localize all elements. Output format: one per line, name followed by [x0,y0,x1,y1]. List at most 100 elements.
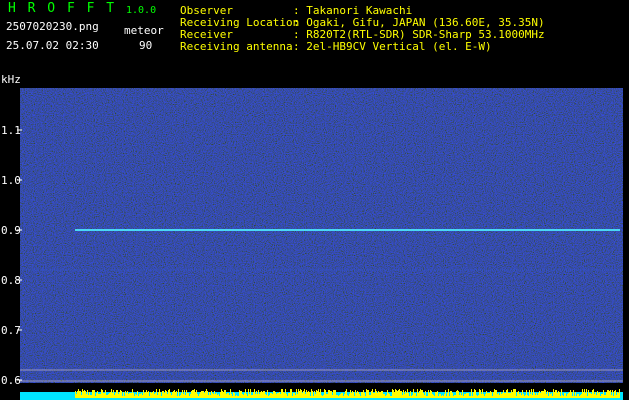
bottom-yellow-bar [545,390,546,398]
bottom-yellow-bar [317,391,318,398]
bottom-yellow-bar [472,396,473,398]
bottom-yellow-bar [496,390,497,398]
bottom-yellow-bar [492,396,493,398]
bottom-yellow-bar [207,391,208,398]
bottom-yellow-bar [505,393,506,398]
bottom-yellow-bar [173,391,174,398]
bottom-yellow-bar [583,392,584,398]
bottom-yellow-bar [285,389,286,398]
bottom-yellow-bar [397,391,398,398]
bottom-yellow-bar [498,393,499,398]
bottom-yellow-bar [430,390,431,398]
bottom-yellow-bar [171,395,172,398]
bottom-yellow-bar [234,393,235,398]
bottom-yellow-bar [460,393,461,398]
bottom-yellow-bar [471,389,472,398]
bottom-yellow-bar [569,392,570,398]
bottom-yellow-bar [379,392,380,398]
bottom-yellow-bar [354,396,355,398]
bottom-yellow-bar [589,393,590,398]
bottom-yellow-bar [80,391,81,398]
bottom-yellow-bar [381,391,382,398]
bottom-yellow-bar [507,389,508,398]
bottom-yellow-bar [116,390,117,398]
bottom-yellow-bar [112,393,113,398]
bottom-yellow-bar [598,393,599,398]
bottom-yellow-bar [414,393,415,398]
bottom-yellow-bar [395,389,396,398]
bottom-yellow-bar [250,389,251,398]
bottom-yellow-bar [371,391,372,398]
bottom-yellow-bar [137,391,138,398]
bottom-yellow-bar [573,390,574,398]
bottom-yellow-bar [162,391,163,398]
bottom-yellow-bar [458,391,459,398]
bottom-yellow-bar [464,394,465,398]
bottom-yellow-bar [487,393,488,398]
bottom-yellow-bar [467,393,468,398]
bottom-yellow-bar [210,395,211,398]
bottom-yellow-bar [378,391,379,398]
bottom-yellow-bar [98,394,99,398]
bottom-yellow-bar [115,393,116,398]
bottom-yellow-bar [399,389,400,398]
bottom-yellow-bar [502,393,503,398]
bottom-yellow-bar [544,389,545,398]
bottom-yellow-bar [282,389,283,398]
bottom-yellow-bar [321,395,322,398]
bottom-yellow-bar [343,396,344,398]
bottom-yellow-bar [443,396,444,398]
bottom-yellow-bar [449,396,450,398]
bottom-yellow-bar [309,392,310,398]
bottom-yellow-bar [441,396,442,398]
bottom-yellow-bar [456,391,457,398]
bottom-yellow-bar [189,396,190,398]
bottom-yellow-bar [267,390,268,398]
bottom-yellow-bar [475,390,476,398]
bottom-yellow-bar [296,389,297,398]
bottom-yellow-bar [110,392,111,398]
bottom-yellow-bar [262,392,263,398]
bottom-yellow-bar [85,391,86,398]
bottom-yellow-bar [412,395,413,398]
bottom-yellow-bar [186,390,187,398]
bottom-yellow-bar [90,395,91,398]
bottom-yellow-bar [327,394,328,398]
bottom-yellow-bar [490,391,491,398]
bottom-yellow-bar [409,396,410,398]
bottom-yellow-bar [287,396,288,398]
bottom-yellow-bar [161,396,162,398]
bottom-yellow-bar [373,393,374,398]
bottom-yellow-bar [97,391,98,398]
bottom-yellow-bar [516,396,517,398]
bottom-yellow-bar [222,391,223,398]
bottom-yellow-bar [495,390,496,398]
bottom-yellow-bar [613,396,614,398]
bottom-yellow-bar [275,392,276,398]
bottom-yellow-bar [463,396,464,398]
bottom-yellow-bar [187,393,188,398]
bottom-yellow-bar [577,394,578,398]
bottom-yellow-bar [168,390,169,398]
bottom-yellow-bar [326,394,327,398]
bottom-yellow-bar [547,391,548,398]
bottom-yellow-bar [163,391,164,398]
bottom-yellow-bar [436,392,437,398]
bottom-yellow-bar [376,391,377,398]
bottom-yellow-bar [406,393,407,398]
bottom-yellow-bar [202,391,203,398]
bottom-yellow-bar [546,394,547,398]
bottom-yellow-bar [203,391,204,398]
bottom-yellow-bar [106,395,107,398]
bottom-yellow-bar [454,395,455,398]
bottom-yellow-bar [284,393,285,398]
bottom-yellow-bar [219,396,220,398]
bottom-yellow-bar [302,393,303,398]
bottom-yellow-bar [164,393,165,398]
bottom-yellow-bar [433,395,434,398]
bottom-yellow-bar [81,395,82,398]
bottom-yellow-bar [424,395,425,398]
bottom-yellow-bar [339,395,340,398]
bottom-yellow-bar [260,392,261,398]
bottom-yellow-bar [362,392,363,398]
